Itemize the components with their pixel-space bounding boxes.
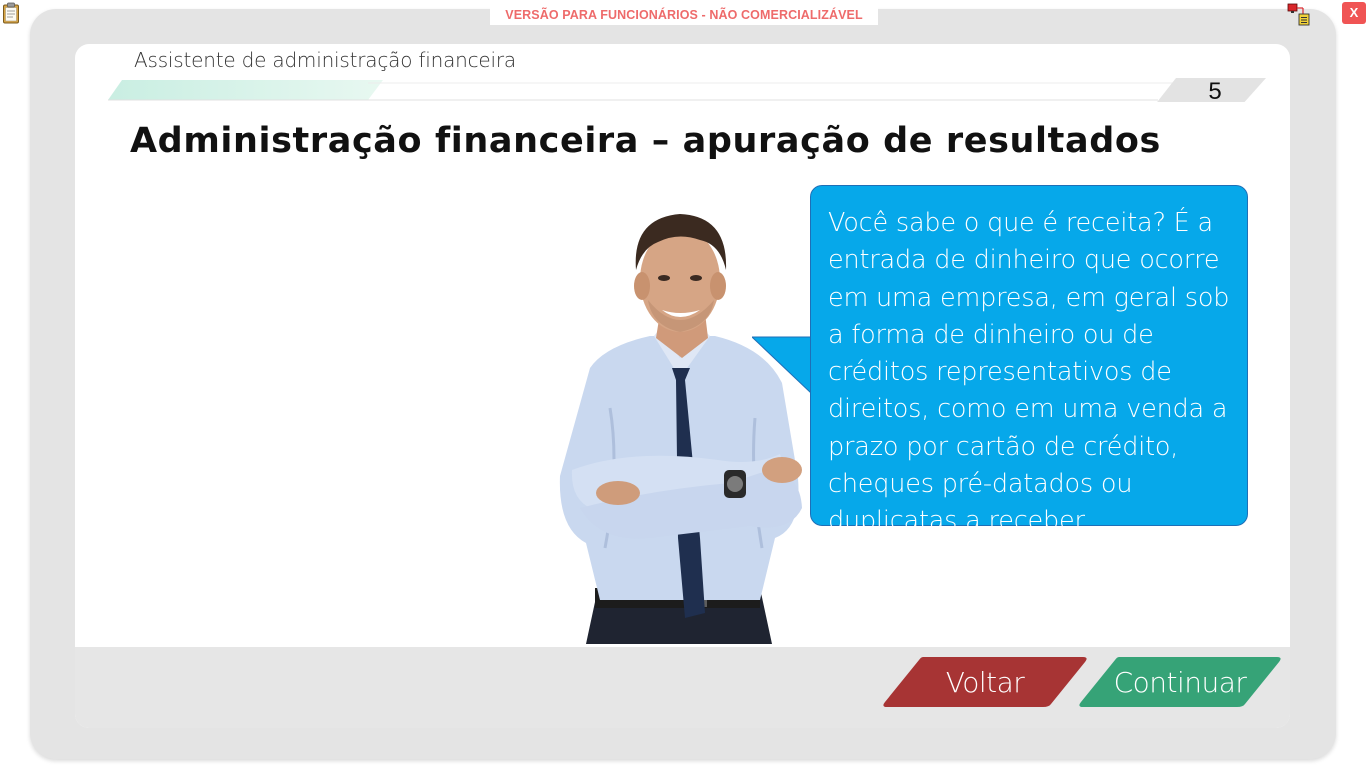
header-divider bbox=[108, 78, 1266, 102]
clipboard-icon[interactable] bbox=[2, 2, 20, 24]
close-button[interactable]: X bbox=[1342, 2, 1366, 24]
course-title: Assistente de administração financeira bbox=[134, 48, 516, 72]
network-status-icon[interactable] bbox=[1287, 3, 1313, 27]
back-button-label: Voltar bbox=[945, 666, 1025, 699]
page-number: 5 bbox=[1208, 78, 1222, 105]
presenter-image bbox=[559, 214, 802, 644]
watermark-banner: VERSÃO PARA FUNCIONÁRIOS - NÃO COMERCIAL… bbox=[490, 5, 878, 25]
slide-title: Administração financeira – apuração de r… bbox=[130, 121, 1161, 161]
back-button[interactable]: Voltar bbox=[883, 657, 1087, 707]
continue-button-label: Continuar bbox=[1113, 666, 1247, 699]
continue-button[interactable]: Continuar bbox=[1079, 657, 1281, 707]
slide-viewer: VERSÃO PARA FUNCIONÁRIOS - NÃO COMERCIAL… bbox=[0, 0, 1366, 768]
speech-bubble-text: Você sabe o que é receita? É a entrada d… bbox=[828, 208, 1230, 537]
